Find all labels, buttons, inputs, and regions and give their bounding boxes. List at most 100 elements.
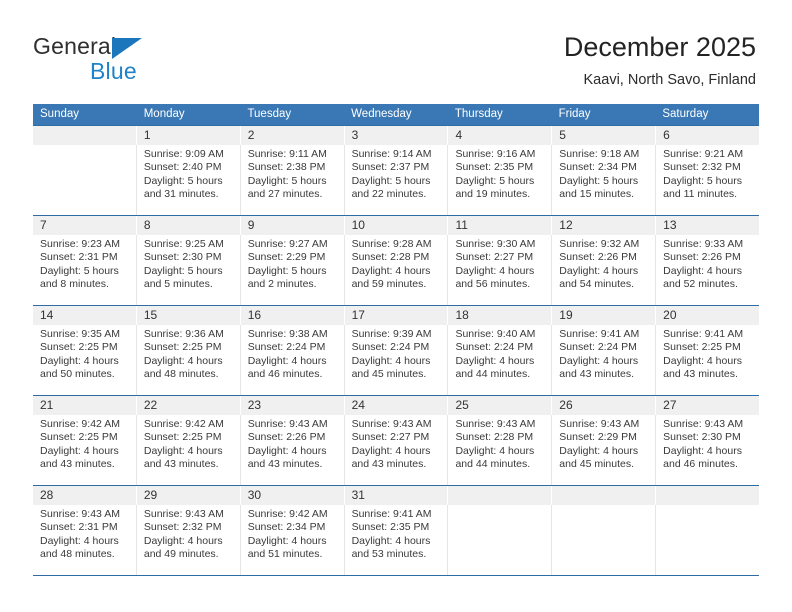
date-number[interactable]: 9 [239,216,344,235]
day-cell[interactable]: Sunrise: 9:35 AM Sunset: 2:25 PM Dayligh… [33,325,136,395]
daylight-text-line1: Daylight: 4 hours [663,264,742,277]
date-number[interactable]: 28 [33,486,136,505]
date-number[interactable]: 20 [655,306,759,325]
day-cell[interactable]: Sunrise: 9:43 AM Sunset: 2:29 PM Dayligh… [551,415,655,485]
date-number[interactable]: 16 [239,306,344,325]
weekday-header-thursday: Thursday [454,108,503,120]
day-cell[interactable]: Sunrise: 9:40 AM Sunset: 2:24 PM Dayligh… [447,325,551,395]
day-cell[interactable]: Sunrise: 9:38 AM Sunset: 2:24 PM Dayligh… [239,325,344,395]
brand-logo[interactable]: General Blue [33,33,253,85]
day-cell[interactable]: Sunrise: 9:21 AM Sunset: 2:32 PM Dayligh… [655,145,759,215]
day-cell[interactable]: Sunrise: 9:42 AM Sunset: 2:34 PM Dayligh… [239,505,344,575]
date-number[interactable]: 21 [33,396,136,415]
sunset-text: Sunset: 2:30 PM [663,431,741,444]
day-cell[interactable]: Sunrise: 9:09 AM Sunset: 2:40 PM Dayligh… [135,145,240,215]
date-number[interactable]: 11 [447,216,551,235]
day-cell[interactable]: Sunrise: 9:28 AM Sunset: 2:28 PM Dayligh… [343,235,448,305]
day-cell[interactable]: Sunrise: 9:18 AM Sunset: 2:34 PM Dayligh… [551,145,655,215]
sunrise-text: Sunrise: 9:41 AM [663,328,744,340]
date-number[interactable] [551,486,655,505]
sunrise-text: Sunrise: 9:43 AM [247,418,328,430]
daylight-text-line2: and 43 minutes. [247,458,323,471]
day-cell[interactable]: Sunrise: 9:11 AM Sunset: 2:38 PM Dayligh… [239,145,344,215]
date-number[interactable] [447,486,551,505]
day-cell[interactable]: Sunrise: 9:43 AM Sunset: 2:27 PM Dayligh… [343,415,448,485]
date-number[interactable]: 13 [655,216,759,235]
date-number[interactable]: 2 [239,126,344,145]
sunset-text: Sunset: 2:31 PM [40,521,118,534]
date-number[interactable]: 18 [447,306,551,325]
daylight-text-line1: Daylight: 4 hours [455,354,535,367]
daylight-text-line1: Daylight: 4 hours [247,354,327,367]
day-cell[interactable]: Sunrise: 9:42 AM Sunset: 2:25 PM Dayligh… [135,415,240,485]
day-cell[interactable]: Sunrise: 9:43 AM Sunset: 2:31 PM Dayligh… [33,505,136,575]
sunrise-text: Sunrise: 9:11 AM [247,148,327,160]
date-number[interactable]: 29 [135,486,240,505]
date-number[interactable]: 26 [551,396,655,415]
day-detail-band: Sunrise: 9:35 AM Sunset: 2:25 PM Dayligh… [33,325,759,395]
day-cell[interactable]: Sunrise: 9:42 AM Sunset: 2:25 PM Dayligh… [33,415,136,485]
date-number[interactable]: 8 [135,216,240,235]
day-cell[interactable]: Sunrise: 9:33 AM Sunset: 2:26 PM Dayligh… [655,235,759,305]
day-cell[interactable]: Sunrise: 9:39 AM Sunset: 2:24 PM Dayligh… [343,325,448,395]
sunset-text: Sunset: 2:24 PM [351,341,430,354]
date-number[interactable]: 12 [551,216,655,235]
day-cell[interactable] [551,505,655,575]
date-number[interactable]: 14 [33,306,136,325]
date-number[interactable]: 23 [239,396,344,415]
day-cell[interactable]: Sunrise: 9:14 AM Sunset: 2:37 PM Dayligh… [343,145,448,215]
date-number[interactable]: 31 [343,486,448,505]
day-cell[interactable]: Sunrise: 9:30 AM Sunset: 2:27 PM Dayligh… [447,235,551,305]
date-number[interactable]: 27 [655,396,759,415]
date-number[interactable]: 7 [33,216,136,235]
date-number[interactable]: 22 [135,396,240,415]
date-number[interactable]: 6 [655,126,759,145]
daylight-text-line1: Daylight: 4 hours [40,444,119,457]
day-cell[interactable]: Sunrise: 9:32 AM Sunset: 2:26 PM Dayligh… [551,235,655,305]
day-cell[interactable]: Sunrise: 9:41 AM Sunset: 2:35 PM Dayligh… [343,505,448,575]
daylight-text-line2: and 46 minutes. [663,458,738,471]
date-number[interactable]: 5 [551,126,655,145]
daylight-text-line2: and 15 minutes. [559,188,635,201]
grid-bottom-border [33,575,759,576]
calendar-page: General Blue December 2025 Kaavi, North … [0,0,792,612]
day-cell[interactable] [655,505,759,575]
daylight-text-line2: and 56 minutes. [455,278,531,291]
date-number[interactable]: 3 [343,126,448,145]
day-cell[interactable]: Sunrise: 9:41 AM Sunset: 2:24 PM Dayligh… [551,325,655,395]
date-number[interactable]: 1 [135,126,240,145]
day-cell[interactable]: Sunrise: 9:23 AM Sunset: 2:31 PM Dayligh… [33,235,136,305]
daylight-text-line2: and 22 minutes. [351,188,427,201]
daylight-text-line2: and 45 minutes. [351,368,427,381]
day-cell[interactable] [447,505,551,575]
day-cell[interactable]: Sunrise: 9:16 AM Sunset: 2:35 PM Dayligh… [447,145,551,215]
date-number[interactable]: 30 [239,486,344,505]
sunrise-text: Sunrise: 9:25 AM [143,238,224,250]
date-number[interactable]: 4 [447,126,551,145]
day-cell[interactable] [33,145,136,215]
date-number[interactable]: 24 [343,396,448,415]
day-cell[interactable]: Sunrise: 9:41 AM Sunset: 2:25 PM Dayligh… [655,325,759,395]
day-cell[interactable]: Sunrise: 9:25 AM Sunset: 2:30 PM Dayligh… [135,235,240,305]
sunrise-text: Sunrise: 9:18 AM [559,148,640,160]
calendar-week-row: 21 22 23 24 25 26 27 Sunrise: 9:42 AM Su… [33,395,759,485]
day-cell[interactable]: Sunrise: 9:43 AM Sunset: 2:26 PM Dayligh… [239,415,344,485]
day-cell[interactable]: Sunrise: 9:43 AM Sunset: 2:30 PM Dayligh… [655,415,759,485]
daylight-text-line1: Daylight: 4 hours [143,354,223,367]
day-cell[interactable]: Sunrise: 9:43 AM Sunset: 2:32 PM Dayligh… [135,505,240,575]
daylight-text-line1: Daylight: 4 hours [351,354,431,367]
date-number[interactable] [655,486,759,505]
day-cell[interactable]: Sunrise: 9:43 AM Sunset: 2:28 PM Dayligh… [447,415,551,485]
daylight-text-line2: and 43 minutes. [40,458,115,471]
daylight-text-line1: Daylight: 4 hours [247,534,327,547]
day-cell[interactable]: Sunrise: 9:27 AM Sunset: 2:29 PM Dayligh… [239,235,344,305]
date-number[interactable]: 10 [343,216,448,235]
date-number[interactable]: 17 [343,306,448,325]
sunset-text: Sunset: 2:35 PM [455,161,534,174]
weekday-header-wednesday: Wednesday [351,108,412,120]
date-number[interactable]: 15 [135,306,240,325]
date-number[interactable]: 25 [447,396,551,415]
date-number[interactable]: 19 [551,306,655,325]
day-cell[interactable]: Sunrise: 9:36 AM Sunset: 2:25 PM Dayligh… [135,325,240,395]
date-number[interactable] [33,126,136,145]
